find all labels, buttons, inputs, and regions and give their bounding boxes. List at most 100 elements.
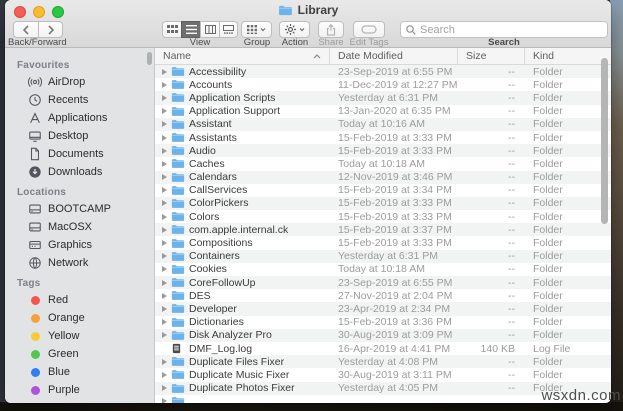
file-size: --	[508, 78, 515, 91]
table-row[interactable]: ColorPickers 15-Feb-2019 at 3:33 PM -- Fold…	[155, 196, 611, 211]
list-view-button[interactable]	[181, 21, 200, 38]
column-header-name[interactable]: Name	[155, 48, 330, 64]
disclosure-triangle-icon[interactable]	[162, 332, 167, 339]
disclosure-triangle-icon[interactable]	[162, 319, 167, 326]
table-row[interactable]: Audio 15-Feb-2019 at 3:33 PM -- Folder	[155, 144, 611, 158]
back-button[interactable]	[13, 21, 38, 38]
sidebar-item-recents[interactable]: Recents	[5, 91, 154, 109]
sidebar-scrollbar[interactable]	[147, 52, 152, 65]
table-row[interactable]: Colors 15-Feb-2019 at 3:33 PM -- Folder	[155, 210, 611, 223]
disclosure-triangle-icon[interactable]	[162, 213, 167, 220]
disclosure-triangle-icon[interactable]	[162, 371, 167, 378]
disclosure-triangle-icon[interactable]	[162, 121, 167, 128]
disclosure-triangle-icon[interactable]	[162, 147, 167, 154]
group-button[interactable]	[241, 21, 272, 38]
disclosure-triangle-icon[interactable]	[162, 160, 167, 167]
table-row[interactable]: Duplicate Music Fixer 30-Aug-2019 at 3:11…	[155, 368, 611, 381]
disclosure-triangle-icon[interactable]	[162, 398, 167, 403]
table-row[interactable]: Calendars 12-Nov-2019 at 3:46 PM -- Folder	[155, 170, 611, 184]
file-size: --	[508, 329, 515, 342]
folder-icon	[171, 119, 185, 130]
share-button[interactable]	[318, 21, 344, 38]
table-row[interactable]: Accounts 11-Dec-2019 at 12:27 PM -- Folder	[155, 78, 611, 91]
sidebar-item-graphics[interactable]: Graphics	[5, 236, 154, 254]
sidebar-item-documents[interactable]: Documents	[5, 145, 154, 163]
column-header-size[interactable]: Size	[458, 48, 525, 64]
disclosure-triangle-icon[interactable]	[162, 174, 167, 181]
table-row[interactable]: Dictionaries 15-Feb-2019 at 3:36 PM -- Fold…	[155, 316, 611, 329]
table-row[interactable]: Developer 23-Apr-2019 at 2:34 PM -- Folder	[155, 302, 611, 316]
gallery-view-button[interactable]	[219, 21, 238, 38]
sidebar-item-green[interactable]: Green	[5, 345, 154, 363]
sidebar-section-title: Locations	[17, 187, 67, 198]
edit-tags-button[interactable]	[353, 21, 385, 38]
action-button[interactable]	[279, 21, 310, 38]
desktop-background-right	[610, 0, 623, 411]
desktop-icon	[28, 129, 42, 143]
sidebar-item-purple[interactable]: Purple	[5, 381, 154, 399]
tag-icon	[28, 383, 42, 397]
disclosure-triangle-icon[interactable]	[162, 200, 167, 207]
tag-oval-icon	[361, 25, 377, 34]
forward-button[interactable]	[38, 21, 63, 38]
table-row[interactable]: Disk Analyzer Pro 30-Aug-2019 at 3:09 PM -…	[155, 328, 611, 342]
sidebar-item-downloads[interactable]: Downloads	[5, 163, 154, 181]
disclosure-triangle-icon[interactable]	[162, 358, 167, 365]
column-header-kind[interactable]: Kind	[525, 48, 611, 64]
table-row[interactable]: DMF_Log.log 16-Apr-2019 at 4:41 PM 140 KB L…	[155, 342, 611, 355]
table-row[interactable]: CallServices 15-Feb-2019 at 3:34 PM -- Fold…	[155, 184, 611, 197]
table-row[interactable]: CoreFollowUp 23-Sep-2019 at 6:55 PM -- Fold…	[155, 276, 611, 290]
file-date-modified: 15-Feb-2019 at 3:36 PM	[338, 316, 452, 329]
file-date-modified: 12-Nov-2019 at 3:46 PM	[338, 171, 453, 184]
disclosure-triangle-icon[interactable]	[162, 187, 167, 194]
disclosure-triangle-icon[interactable]	[162, 94, 167, 101]
vertical-scrollbar[interactable]	[601, 58, 608, 224]
sidebar-item-bootcamp[interactable]: BOOTCAMP	[5, 200, 154, 218]
file-name: Duplicate Files Fixer	[189, 355, 285, 368]
disclosure-triangle-icon[interactable]	[162, 385, 167, 392]
icon-view-button[interactable]	[162, 21, 181, 38]
table-row[interactable]: Application Support 13-Jan-2020 at 6:35 P…	[155, 105, 611, 118]
table-row[interactable]: Compositions 15-Feb-2019 at 3:33 PM -- Fold…	[155, 236, 611, 249]
search-field[interactable]	[400, 21, 608, 38]
sidebar-item-macosx[interactable]: MacOSX	[5, 218, 154, 236]
graphics-icon	[28, 238, 42, 252]
table-row[interactable]: DES 27-Nov-2019 at 2:04 PM -- Folder	[155, 289, 611, 302]
folder-icon	[171, 158, 185, 169]
sidebar-item-airdrop[interactable]: AirDrop	[5, 73, 154, 91]
table-row[interactable]: Duplicate Files Fixer Yesterday at 4:08 P…	[155, 355, 611, 369]
disclosure-triangle-icon[interactable]	[162, 68, 167, 75]
disclosure-triangle-icon[interactable]	[162, 305, 167, 312]
column-view-button[interactable]	[200, 21, 219, 38]
disclosure-triangle-icon[interactable]	[162, 240, 167, 247]
disclosure-triangle-icon[interactable]	[162, 108, 167, 115]
disclosure-triangle-icon[interactable]	[162, 81, 167, 88]
sidebar-item-desktop[interactable]: Desktop	[5, 127, 154, 145]
disclosure-triangle-icon[interactable]	[162, 266, 167, 273]
disclosure-triangle-icon[interactable]	[162, 346, 167, 352]
table-row[interactable]: Accessibility 23-Sep-2019 at 6:55 PM -- Fol…	[155, 65, 611, 79]
sidebar-item-network[interactable]: Network	[5, 254, 154, 272]
file-size: --	[508, 263, 515, 276]
folder-icon	[171, 238, 185, 249]
disclosure-triangle-icon[interactable]	[162, 134, 167, 141]
sidebar-item-red[interactable]: Red	[5, 291, 154, 309]
table-row[interactable]: Containers Yesterday at 6:31 PM -- Folder	[155, 249, 611, 263]
sidebar-item-applications[interactable]: Applications	[5, 109, 154, 127]
disclosure-triangle-icon[interactable]	[162, 279, 167, 286]
file-name: DES	[189, 289, 211, 302]
table-row[interactable]: Application Scripts Yesterday at 6:31 PM -…	[155, 91, 611, 105]
disclosure-triangle-icon[interactable]	[162, 226, 167, 233]
table-row[interactable]: Assistant Today at 10:16 AM -- Folder	[155, 117, 611, 131]
table-row[interactable]: Caches Today at 10:18 AM -- Folder	[155, 157, 611, 170]
sidebar-item-orange[interactable]: Orange	[5, 309, 154, 327]
sidebar-item-yellow[interactable]: Yellow	[5, 327, 154, 345]
table-row[interactable]: Assistants 15-Feb-2019 at 3:33 PM -- Folder	[155, 131, 611, 144]
search-input[interactable]	[420, 23, 602, 36]
sidebar-item-blue[interactable]: Blue	[5, 363, 154, 381]
disclosure-triangle-icon[interactable]	[162, 253, 167, 260]
disclosure-triangle-icon[interactable]	[162, 292, 167, 299]
table-row[interactable]: Cookies Today at 10:18 AM -- Folder	[155, 263, 611, 276]
table-row[interactable]: com.apple.internal.ck 15-Feb-2019 at 3:37…	[155, 223, 611, 237]
column-header-date-modified[interactable]: Date Modified	[330, 48, 458, 64]
